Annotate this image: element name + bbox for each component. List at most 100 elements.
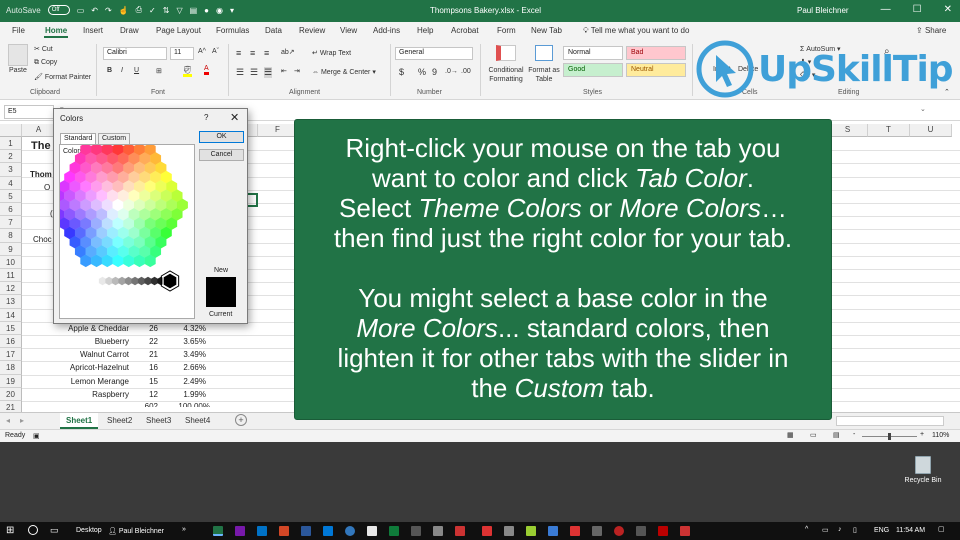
format-as-table-button[interactable]: Format as Table	[528, 66, 560, 84]
grayscale-cell[interactable]	[98, 276, 107, 286]
copy-button[interactable]: ⧉ Copy	[34, 59, 57, 67]
table-cell[interactable]: 1.99%	[172, 390, 206, 399]
redo-icon[interactable]: ↷	[105, 6, 112, 15]
underline-button[interactable]: U	[134, 67, 139, 74]
selected-black-cell[interactable]	[162, 272, 178, 290]
sheet-tab-sheet1[interactable]: Sheet1	[60, 413, 99, 429]
tab-file[interactable]: File	[12, 26, 25, 35]
color-hexagon-picker[interactable]	[60, 145, 194, 315]
row-header[interactable]: 20	[0, 387, 22, 401]
align-right-icon[interactable]: ☰	[264, 67, 273, 78]
expand-formula-icon[interactable]: ⌄	[920, 105, 926, 113]
windows-start-icon[interactable]: ⊞	[6, 525, 14, 536]
table-cell[interactable]: 16	[132, 363, 158, 372]
align-left-icon[interactable]: ☰	[236, 67, 244, 78]
app-taskbar-icon[interactable]	[504, 526, 514, 536]
table-cell[interactable]: 3.49%	[172, 350, 206, 359]
app-taskbar-icon[interactable]	[680, 526, 690, 536]
italic-button[interactable]: I	[121, 67, 123, 74]
tab-review[interactable]: Review	[299, 26, 325, 35]
row-header[interactable]: 15	[0, 321, 22, 335]
page-break-view-icon[interactable]: ▤	[833, 431, 840, 439]
font-shrink-icon[interactable]: Aˇ	[212, 48, 219, 55]
file-explorer-taskbar-icon[interactable]	[323, 526, 333, 536]
app-taskbar-icon[interactable]	[526, 526, 536, 536]
font-size-select[interactable]: 11	[170, 47, 194, 60]
align-center-icon[interactable]: ☰	[250, 67, 258, 78]
tab-help[interactable]: Help	[417, 26, 433, 35]
zoom-in-button[interactable]: +	[920, 431, 924, 438]
grayscale-cell[interactable]	[124, 276, 133, 286]
row-header[interactable]: 13	[0, 295, 22, 309]
row-header[interactable]: 8	[0, 229, 22, 243]
row-header[interactable]: 18	[0, 361, 22, 375]
orientation-icon[interactable]: ab↗	[281, 48, 295, 56]
page-layout-view-icon[interactable]: ▭	[810, 431, 817, 439]
input-language[interactable]: ENG	[874, 527, 889, 534]
form-icon[interactable]: ▤	[190, 6, 198, 15]
row-header[interactable]: 10	[0, 255, 22, 269]
app-taskbar-icon[interactable]	[614, 526, 624, 536]
grayscale-cell[interactable]	[111, 276, 120, 286]
customize-qat-icon[interactable]: ▾	[230, 6, 234, 15]
tab-standard[interactable]: Standard	[60, 133, 97, 144]
app-taskbar-icon[interactable]	[455, 526, 465, 536]
print-icon[interactable]: ⎙	[136, 5, 142, 15]
table-cell[interactable]: 3.65%	[172, 337, 206, 346]
table-cell[interactable]: 21	[132, 350, 158, 359]
table-cell[interactable]: 4.32%	[172, 324, 206, 333]
autosave-toggle[interactable]: Off	[47, 5, 70, 15]
record-icon[interactable]: ●	[204, 6, 209, 15]
comma-button[interactable]: 9	[432, 67, 437, 77]
wrap-text-button[interactable]: ↵ Wrap Text	[312, 49, 351, 57]
network-icon[interactable]: ▭	[822, 526, 829, 534]
row-header[interactable]: 2	[0, 150, 22, 164]
scroll-left-icon[interactable]: ◂	[6, 416, 10, 425]
bold-button[interactable]: B	[107, 67, 112, 74]
macro-record-icon[interactable]: ▣	[33, 432, 40, 440]
tab-add-ins[interactable]: Add-ins	[373, 26, 400, 35]
decrease-decimal-icon[interactable]: .00	[461, 68, 471, 75]
cortana-icon[interactable]	[28, 525, 38, 535]
align-bottom-icon[interactable]: ≡	[264, 48, 269, 58]
volume-icon[interactable]: ♪	[838, 526, 842, 533]
system-clock[interactable]: 11:54 AM	[896, 527, 925, 534]
tray-overflow-icon[interactable]: ^	[805, 526, 808, 533]
acrobat-taskbar-icon[interactable]	[658, 526, 668, 536]
name-box[interactable]: E5	[4, 105, 54, 119]
number-format-select[interactable]: General	[395, 47, 473, 60]
cell-a3[interactable]: Thom	[30, 170, 52, 179]
conditional-formatting-button[interactable]: Conditional Formatting	[486, 66, 526, 84]
powerpoint-taskbar-icon[interactable]	[279, 526, 289, 536]
style-normal[interactable]: Normal	[563, 46, 623, 60]
currency-button[interactable]: $	[399, 67, 404, 77]
align-middle-icon[interactable]: ≡	[250, 48, 255, 58]
table-cell[interactable]: 12	[132, 390, 158, 399]
taskbar-user-toolbar[interactable]: 👤︎ Paul Bleichner	[108, 527, 164, 535]
close-button[interactable]: ✕	[944, 4, 952, 15]
outlook-taskbar-icon[interactable]	[257, 526, 267, 536]
format-painter-button[interactable]: 🖌︎ Format Painter	[34, 73, 91, 81]
zoom-slider-thumb[interactable]	[888, 433, 891, 440]
row-header[interactable]: 5	[0, 189, 22, 203]
table-cell[interactable]: Apple & Cheddar	[56, 324, 129, 333]
cancel-button[interactable]: Cancel	[199, 149, 244, 161]
task-view-icon[interactable]: ▭	[50, 525, 59, 536]
cell-a4[interactable]: O	[44, 183, 50, 192]
table-cell[interactable]: 2.66%	[172, 363, 206, 372]
table-cell[interactable]: Walnut Carrot	[56, 350, 129, 359]
filter-icon[interactable]: ▽	[176, 6, 182, 15]
onenote-taskbar-icon[interactable]	[235, 526, 245, 536]
font-name-select[interactable]: Calibri	[103, 47, 167, 60]
table-cell[interactable]: 22	[132, 337, 158, 346]
taskbar-desktop-toolbar[interactable]: Desktop	[76, 527, 102, 534]
zoom-level[interactable]: 110%	[932, 432, 949, 439]
tab-page-layout[interactable]: Page Layout	[156, 26, 201, 35]
row-header[interactable]: 9	[0, 242, 22, 256]
conditional-formatting-icon[interactable]	[496, 45, 516, 61]
grayscale-cell[interactable]	[131, 276, 139, 286]
row-header[interactable]: 4	[0, 176, 22, 190]
row-header[interactable]: 17	[0, 348, 22, 362]
sort-icon[interactable]: ⇅	[163, 6, 170, 15]
paste-button[interactable]: Paste	[9, 67, 27, 74]
